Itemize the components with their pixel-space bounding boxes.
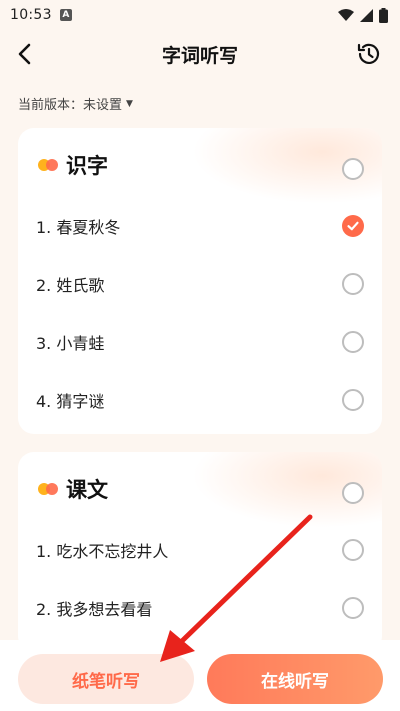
list-item[interactable]: 2. 姓氏歌 xyxy=(18,255,382,313)
lesson-label: 2. 我多想去看看 xyxy=(36,600,153,619)
section-dots-icon xyxy=(38,483,60,495)
list-item[interactable]: 1. 春夏秋冬 xyxy=(18,197,382,255)
list-item[interactable]: 4. 猜字谜 xyxy=(18,371,382,429)
unchecked-icon[interactable] xyxy=(342,331,364,353)
status-bar: 10:53 A xyxy=(0,0,400,30)
section-header: 识字 xyxy=(38,150,108,180)
version-value: 未设置 xyxy=(83,98,123,113)
lesson-label: 1. 吃水不忘挖井人 xyxy=(36,542,169,561)
section-select-all[interactable] xyxy=(322,464,382,522)
section-header: 课文 xyxy=(38,474,108,504)
version-selector[interactable]: 当前版本： 未设置 ▼ xyxy=(18,94,133,113)
section-title: 识字 xyxy=(66,154,108,178)
nav-bar: 字词听写 xyxy=(0,30,400,78)
signal-icon xyxy=(360,8,373,22)
checked-icon[interactable] xyxy=(342,215,364,237)
unchecked-icon[interactable] xyxy=(342,539,364,561)
unchecked-icon[interactable] xyxy=(342,597,364,619)
unchecked-icon[interactable] xyxy=(342,273,364,295)
section-card-kewen: 课文 1. 吃水不忘挖井人 2. 我多想去看看 xyxy=(18,452,382,652)
list-item[interactable]: 3. 小青蛙 xyxy=(18,313,382,371)
online-dictation-button[interactable]: 在线听写 xyxy=(207,654,383,704)
lesson-label: 1. 春夏秋冬 xyxy=(36,218,121,237)
list-item[interactable]: 1. 吃水不忘挖井人 xyxy=(18,521,382,579)
wifi-icon xyxy=(338,8,354,21)
caret-down-icon: ▼ xyxy=(126,98,133,109)
lesson-label: 4. 猜字谜 xyxy=(36,392,105,411)
section-checkbox[interactable] xyxy=(342,158,364,180)
lesson-label: 2. 姓氏歌 xyxy=(36,276,105,295)
status-time: 10:53 xyxy=(10,7,52,23)
lesson-label: 3. 小青蛙 xyxy=(36,334,105,353)
battery-icon xyxy=(379,7,388,23)
status-icons xyxy=(338,7,388,23)
section-card-shizi: 识字 1. 春夏秋冬 2. 姓氏歌 3. 小青蛙 4. 猜字谜 xyxy=(18,128,382,434)
bottom-action-bar: 纸笔听写 在线听写 xyxy=(0,640,400,711)
list-item[interactable]: 2. 我多想去看看 xyxy=(18,579,382,637)
unchecked-icon[interactable] xyxy=(342,389,364,411)
section-checkbox[interactable] xyxy=(342,482,364,504)
history-icon[interactable] xyxy=(356,41,382,67)
page-title: 字词听写 xyxy=(161,44,238,67)
section-dots-icon xyxy=(38,159,60,171)
notification-icon: A xyxy=(59,9,72,21)
back-arrow-icon[interactable] xyxy=(12,40,40,68)
version-label: 当前版本： xyxy=(18,98,84,113)
paper-dictation-button[interactable]: 纸笔听写 xyxy=(18,654,194,704)
section-title: 课文 xyxy=(66,478,108,502)
section-select-all[interactable] xyxy=(322,140,382,198)
